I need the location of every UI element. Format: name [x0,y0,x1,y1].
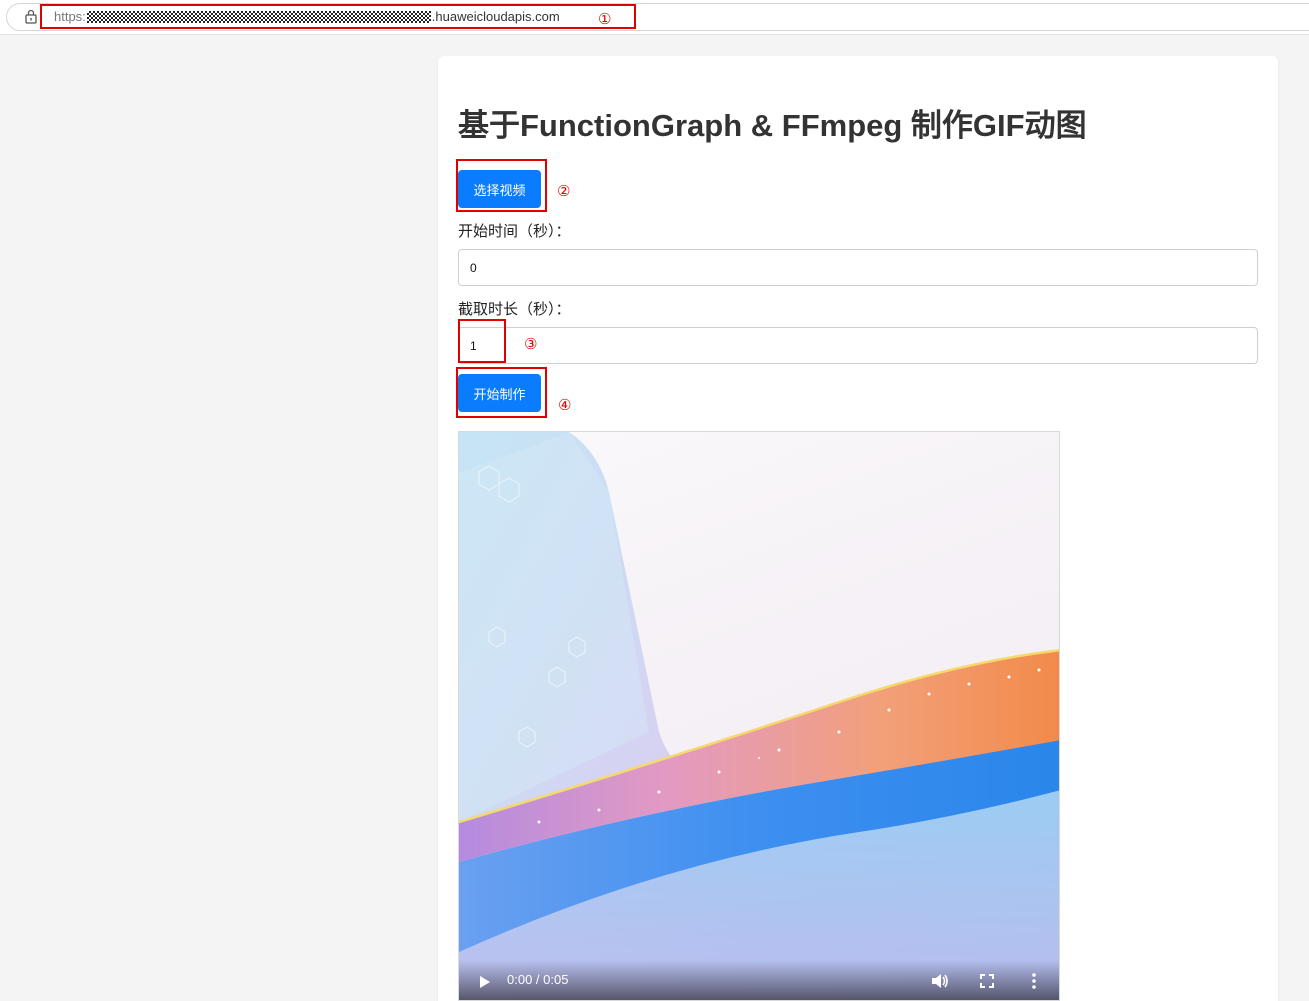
video-frame-image [459,432,1059,1000]
annotation-box-1 [40,4,636,29]
play-icon[interactable] [479,975,491,989]
page-title: 基于FunctionGraph & FFmpeg 制作GIF动图 [458,108,1087,143]
annotation-box-4 [456,367,547,418]
duration-label: 截取时长（秒）： [458,301,571,318]
start-time-input[interactable]: 0 [458,249,1258,286]
lock-icon [25,9,37,24]
annotation-box-3 [458,319,506,363]
volume-icon[interactable] [931,973,949,989]
annotation-number-1: ① [598,10,612,28]
duration-input[interactable]: 1 [458,327,1258,364]
annotation-number-2: ② [557,182,571,200]
video-player[interactable]: 0:00 / 0:05 [458,431,1060,1001]
video-controls: 0:00 / 0:05 [459,960,1059,1000]
more-vertical-icon[interactable] [1032,973,1036,989]
annotation-number-4: ④ [558,396,572,414]
fullscreen-icon[interactable] [980,974,994,988]
annotation-number-3: ③ [524,335,538,353]
video-time-display: 0:00 / 0:05 [507,972,569,987]
start-time-label: 开始时间（秒）： [458,223,571,240]
annotation-box-2 [456,159,547,212]
